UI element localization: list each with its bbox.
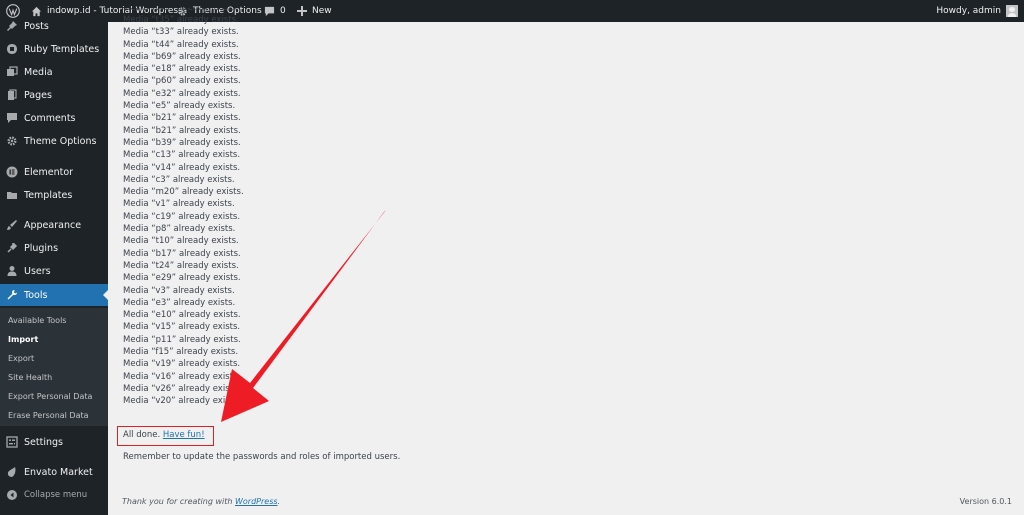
sidebar-item-label: Appearance [24,219,82,231]
sidebar-item-label: Tools [24,289,48,301]
sidebar-item-label: Comments [24,112,76,124]
sidebar-item-label: Pages [24,89,52,101]
log-line: Media “e29” already exists. [123,273,241,284]
sidebar-item-label: Envato Market [24,466,93,478]
log-line: Media “b21” already exists. [123,125,241,136]
log-line: Media “v20” already exists. [123,396,241,407]
log-line: Media “e18” already exists. [123,64,241,75]
log-line: Media “p11” already exists. [123,334,241,345]
log-line: Media “t44” already exists. [123,39,239,50]
log-line: Media “t24” already exists. [123,260,239,271]
sidebar-item-label: Media [24,66,53,78]
sidebar-item-ruby-templates[interactable]: Ruby Templates [0,38,108,60]
remember-notice: Remember to update the passwords and rol… [123,452,401,462]
sidebar-item-settings[interactable]: Settings [0,431,108,453]
log-line: Media “e32” already exists. [123,88,241,99]
sidebar-item-label: Plugins [24,242,59,254]
import-log: Media “t43” already exists. Media “t35” … [123,8,423,408]
admin-sidebar: Posts Ruby Templates Media Pages Comment… [0,21,108,515]
sidebar-item-plugins[interactable]: Plugins [0,237,108,259]
sidebar-item-label: Templates [24,189,73,201]
tools-submenu: Available Tools Import Export Site Healt… [0,308,108,426]
sidebar-item-label: Collapse menu [24,490,88,500]
plug-icon [7,242,18,253]
log-line: Media “b39” already exists. [123,137,241,148]
log-line: Media “v19” already exists. [123,359,241,370]
submenu-export[interactable]: Export [8,352,34,366]
submenu-export-personal-data[interactable]: Export Personal Data [8,390,92,404]
sidebar-item-label: Theme Options [24,135,97,147]
sidebar-item-tools[interactable]: Tools [0,284,108,306]
submenu-available-tools[interactable]: Available Tools [8,314,66,328]
log-line: Media “f15” already exists. [123,347,239,358]
submenu-import[interactable]: Import [8,333,38,347]
log-line: Media “v1” already exists. [123,199,235,210]
sidebar-item-pages[interactable]: Pages [0,84,108,106]
sidebar-item-templates[interactable]: Templates [0,184,108,206]
log-line: Media “b17” already exists. [123,248,241,259]
howdy-text: Howdy, admin [936,6,1001,16]
user-icon [7,266,17,276]
pin-icon [7,21,17,31]
folder-icon [7,192,17,199]
log-line: Media “p60” already exists. [123,76,241,87]
log-line: Media “e3” already exists. [123,297,236,308]
all-done-text: All done. [123,430,161,440]
log-line: Media “t33” already exists. [123,27,239,38]
have-fun-link[interactable]: Have fun! [163,430,205,440]
wrench-icon [7,290,17,300]
settings-icon [6,436,18,448]
all-done-message: All done. Have fun! [123,430,205,440]
collapse-icon [7,490,17,500]
sidebar-item-users[interactable]: Users [0,260,108,282]
sidebar-item-comments[interactable]: Comments [0,107,108,129]
avatar [1006,5,1018,17]
leaf-icon [7,467,16,477]
sidebar-item-elementor[interactable]: Elementor [0,161,108,183]
pages-icon [8,89,17,100]
collapse-menu-button[interactable]: Collapse menu [0,484,108,506]
log-line: Media “t10” already exists. [123,236,239,247]
log-line: Media “e5” already exists. [123,101,236,112]
gear-icon [7,136,17,146]
footer-thanks: Thank you for creating with WordPress. [122,497,280,506]
log-line: Media “v26” already exists. [123,383,241,394]
submenu-site-health[interactable]: Site Health [8,371,52,385]
brush-icon [7,220,17,230]
log-line: Media “b21” already exists. [123,113,241,124]
sidebar-item-label: Posts [24,20,49,32]
log-line: Media “v16” already exists. [123,371,241,382]
log-line: Media “p8” already exists. [123,224,236,235]
sidebar-item-theme-options[interactable]: Theme Options [0,130,108,152]
log-line: Media “t35” already exists. [123,15,239,25]
log-line: Media “c13” already exists. [123,150,241,161]
log-line: Media “v14” already exists. [123,162,241,173]
sidebar-item-label: Ruby Templates [24,43,100,55]
sidebar-item-posts[interactable]: Posts [0,15,108,37]
log-line: Media “e10” already exists. [123,310,241,321]
sidebar-item-label: Users [24,265,51,277]
log-line: Media “m20” already exists. [123,187,244,198]
footer-thanks-text: Thank you for creating with [122,497,233,506]
media-icon [7,66,18,76]
sidebar-item-envato-market[interactable]: Envato Market [0,461,108,483]
elementor-icon [6,166,18,178]
log-line: Media “v3” already exists. [123,285,235,296]
log-line: Media “c19” already exists. [123,211,241,222]
submenu-erase-personal-data[interactable]: Erase Personal Data [8,409,89,423]
sidebar-item-media[interactable]: Media [0,61,108,83]
sidebar-item-label: Elementor [24,166,74,178]
sidebar-item-label: Settings [24,436,63,448]
account-menu[interactable]: Howdy, admin [936,0,1018,22]
ruby-icon [7,44,17,54]
comment-icon [7,113,17,123]
footer-period: . [277,497,281,506]
log-line: Media “b69” already exists. [123,51,241,62]
footer-version: Version 6.0.1 [959,497,1012,506]
log-line: Media “v15” already exists. [123,322,241,333]
log-line: Media “c3” already exists. [123,174,235,185]
sidebar-item-appearance[interactable]: Appearance [0,214,108,236]
wordpress-link[interactable]: WordPress [235,497,278,506]
